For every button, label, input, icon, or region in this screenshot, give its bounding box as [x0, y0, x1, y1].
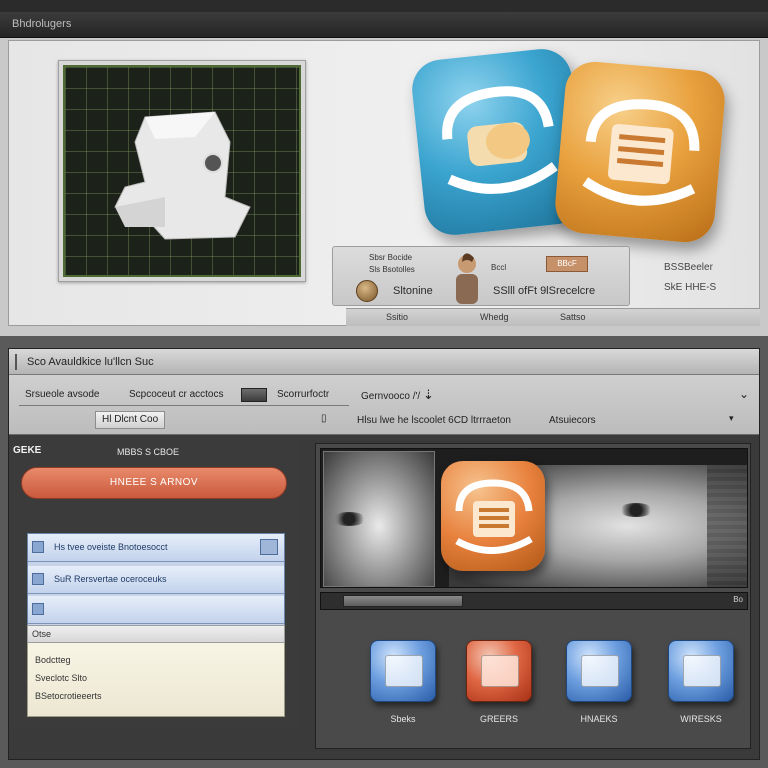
bottom-title-bar: Sco Avauldkice lu'llcn Suc [9, 349, 759, 375]
list-item-icon [32, 541, 44, 553]
toolbar-item-1[interactable]: Srsueole avsode [25, 389, 100, 400]
tile-label-sbeks: Sbeks [390, 714, 416, 724]
bottom-window-title: Sco Avauldkice lu'llcn Suc [27, 356, 154, 368]
video-blinds [707, 465, 747, 587]
media-panel: Bo Sbeks GREERS HNAEKS WIRESKS [315, 443, 751, 749]
info-side-top: BSSBeeler [664, 262, 713, 273]
top-window: Bhdrolugers Sbsr Bocide Sls Bsotolles Sl… [0, 0, 768, 336]
tile-photo-icon [683, 655, 721, 687]
notes-line-2: Sveclotc Slto [35, 673, 88, 683]
tile-document-icon [481, 655, 519, 687]
info-line-2: Sls Bsotolles [369, 265, 415, 274]
tile-greers[interactable] [466, 640, 532, 702]
list-item[interactable]: Hs tvee oveiste Bnotoesocct [28, 534, 284, 562]
left-panel: GEKE MBBS S CBOE HNEEE S ARNOV Hs tvee o… [9, 437, 301, 729]
title-separator [15, 354, 17, 370]
primary-action-button[interactable]: HNEEE S ARNOV [21, 467, 287, 499]
toolbar: Srsueole avsode Scpcoceut cr acctocs Sco… [9, 375, 759, 435]
tile-label-greers: GREERS [479, 714, 518, 724]
notes-header: Otse [27, 625, 285, 643]
toolbar-item-6[interactable]: Atsuiecors [549, 415, 596, 426]
toolbar-doc-icon[interactable]: ▯ [321, 413, 327, 424]
list-item-label: Hs tvee oveiste Bnotoesocct [54, 542, 168, 552]
video-thumbnail[interactable] [323, 451, 435, 587]
info-detail: SSlll ofFt 9lSrecelcre [493, 285, 596, 297]
info-name: Sltonine [393, 285, 433, 297]
toolbar-chevron-icon[interactable]: ⌄ [739, 387, 749, 401]
toolbar-media-icon[interactable] [241, 388, 267, 402]
tile-image-icon [581, 655, 619, 687]
video-player[interactable] [320, 448, 748, 588]
info-line-1: Sbsr Bocide [369, 253, 413, 262]
info-footer: Ssitio Whedg Sattso [346, 308, 760, 326]
notes-title: Otse [32, 629, 52, 639]
toolbar-item-4[interactable]: Gernvooco /'/ [361, 391, 420, 402]
toolbar-button-1[interactable]: Hl Dlcnt Coo [95, 411, 166, 429]
info-side-bottom: SkE HHE-S [664, 282, 717, 293]
tile-sbeks[interactable] [370, 640, 436, 702]
toolbar-divider [19, 405, 349, 406]
footer-label-3[interactable]: Sattso [560, 312, 586, 322]
toolbar-item-2[interactable]: Scpcoceut cr acctocs [129, 389, 223, 400]
tile-label-wiresks: WIRESKS [680, 714, 722, 724]
tile-image-icon [385, 655, 423, 687]
tile-wiresks[interactable] [668, 640, 734, 702]
scrubber-handle[interactable] [343, 595, 463, 607]
list-item-label: SuR Rersvertae oceroceuks [54, 574, 167, 584]
toolbar-item-5[interactable]: Hlsu lwe he lscoolet 6CD ltrrraeton [357, 415, 511, 426]
robot-figure-icon [114, 111, 251, 240]
notes-line-3: BSetocrotieeerts [35, 691, 102, 701]
tile-hnaeks[interactable] [566, 640, 632, 702]
top-strip [0, 0, 768, 12]
toolbar-item-3[interactable]: Scorrurfoctr [277, 389, 329, 400]
orange-document-app-icon[interactable] [552, 59, 728, 245]
footer-label-1[interactable]: Ssitio [386, 312, 408, 322]
top-window-title: Bhdrolugers [12, 18, 72, 30]
preview-grid [63, 65, 301, 277]
list-item-icon [32, 573, 44, 585]
top-title-bar: Bhdrolugers [0, 12, 768, 38]
left-panel-subheading: MBBS S CBOE [117, 447, 180, 457]
sort-arrows-icon[interactable]: ⇣ [423, 387, 434, 403]
video-eye [619, 503, 653, 517]
orange-document-app-icon-overlay[interactable] [441, 461, 545, 571]
person-avatar-icon [456, 253, 478, 304]
footer-label-2[interactable]: Whedg [480, 312, 509, 322]
info-badge-left: Bccl [491, 263, 507, 272]
notes-line-1: Bodctteg [35, 655, 71, 665]
info-badge: BBcF [546, 256, 588, 272]
list-item[interactable]: SuR Rersvertae oceroceuks [28, 566, 284, 594]
item-list: Hs tvee oveiste Bnotoesocct SuR Rersvert… [27, 533, 285, 627]
toolbar-dropdown-icon[interactable]: ▾ [729, 413, 734, 424]
thumbnail-eye [332, 512, 366, 526]
list-item-action-icon[interactable] [260, 539, 278, 555]
bottom-window: Sco Avauldkice lu'llcn Suc Srsueole avso… [8, 348, 760, 760]
video-time: Bo [733, 595, 743, 604]
left-panel-heading: GEKE [13, 445, 42, 456]
video-scrubber[interactable]: Bo [320, 592, 748, 610]
avatar-coin-icon [356, 280, 378, 302]
list-item[interactable] [28, 596, 284, 624]
list-item-icon [32, 603, 44, 615]
preview-frame[interactable] [58, 60, 306, 282]
tile-label-hnaeks: HNAEKS [580, 714, 618, 724]
